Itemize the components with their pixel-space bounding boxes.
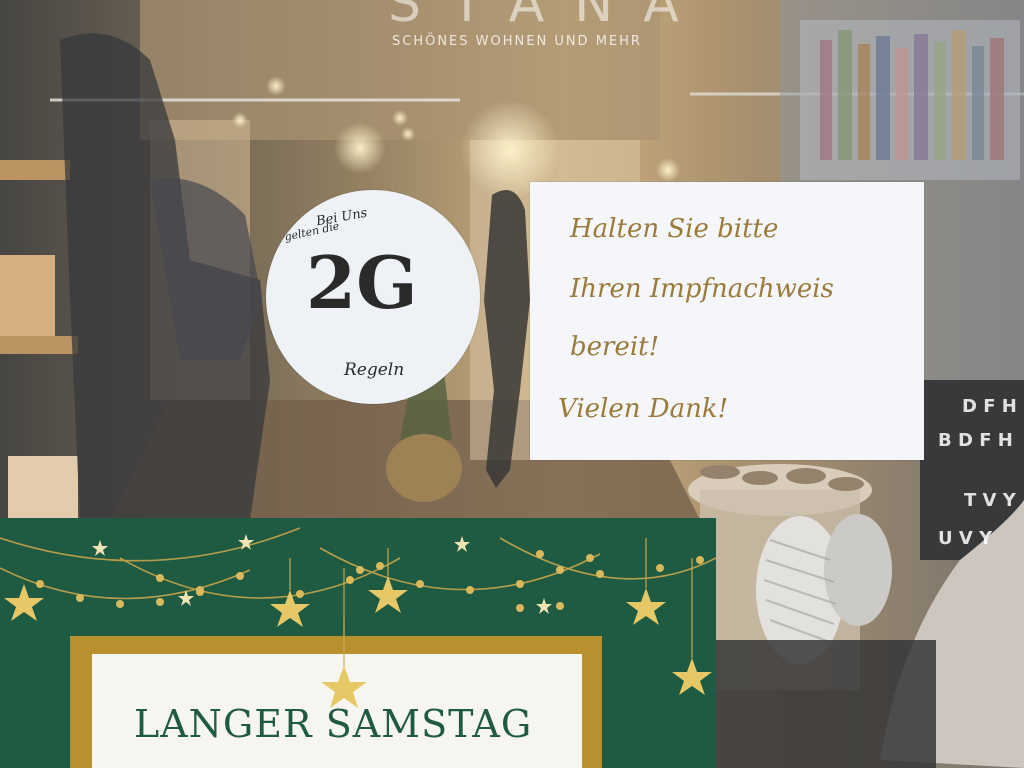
poster-title: LANGER SAMSTAG — [134, 702, 533, 746]
letter-cubes-row1: D F H — [962, 396, 1017, 417]
note-line-2: Ihren Impfnachweis — [570, 274, 834, 304]
letter-cubes-row4: U V Y — [938, 528, 993, 549]
shop-tagline: SCHÖNES WOHNEN UND MEHR — [392, 34, 642, 49]
shop-window-photo: STANA SCHÖNES WOHNEN UND MEHR D F H B D … — [0, 0, 1024, 768]
sticker-2g-text: 2G — [306, 240, 418, 325]
note-line-1: Halten Sie bitte — [570, 214, 779, 244]
note-line-4: Vielen Dank! — [558, 394, 729, 424]
note-line-3: bereit! — [570, 332, 660, 362]
langer-samstag-poster: LANGER SAMSTAG — [0, 518, 716, 768]
sticker-line-bottom: Regeln — [344, 360, 405, 380]
letter-cubes-row2: B D F H — [938, 430, 1013, 451]
vaccination-proof-note: Halten Sie bitte Ihren Impfnachweis bere… — [530, 182, 924, 460]
shop-logo-text: STANA — [388, 0, 709, 34]
letter-cubes-row3: T V Y — [964, 490, 1016, 511]
2g-rule-sticker: Bei Uns gelten die 2G Regeln — [266, 190, 480, 404]
